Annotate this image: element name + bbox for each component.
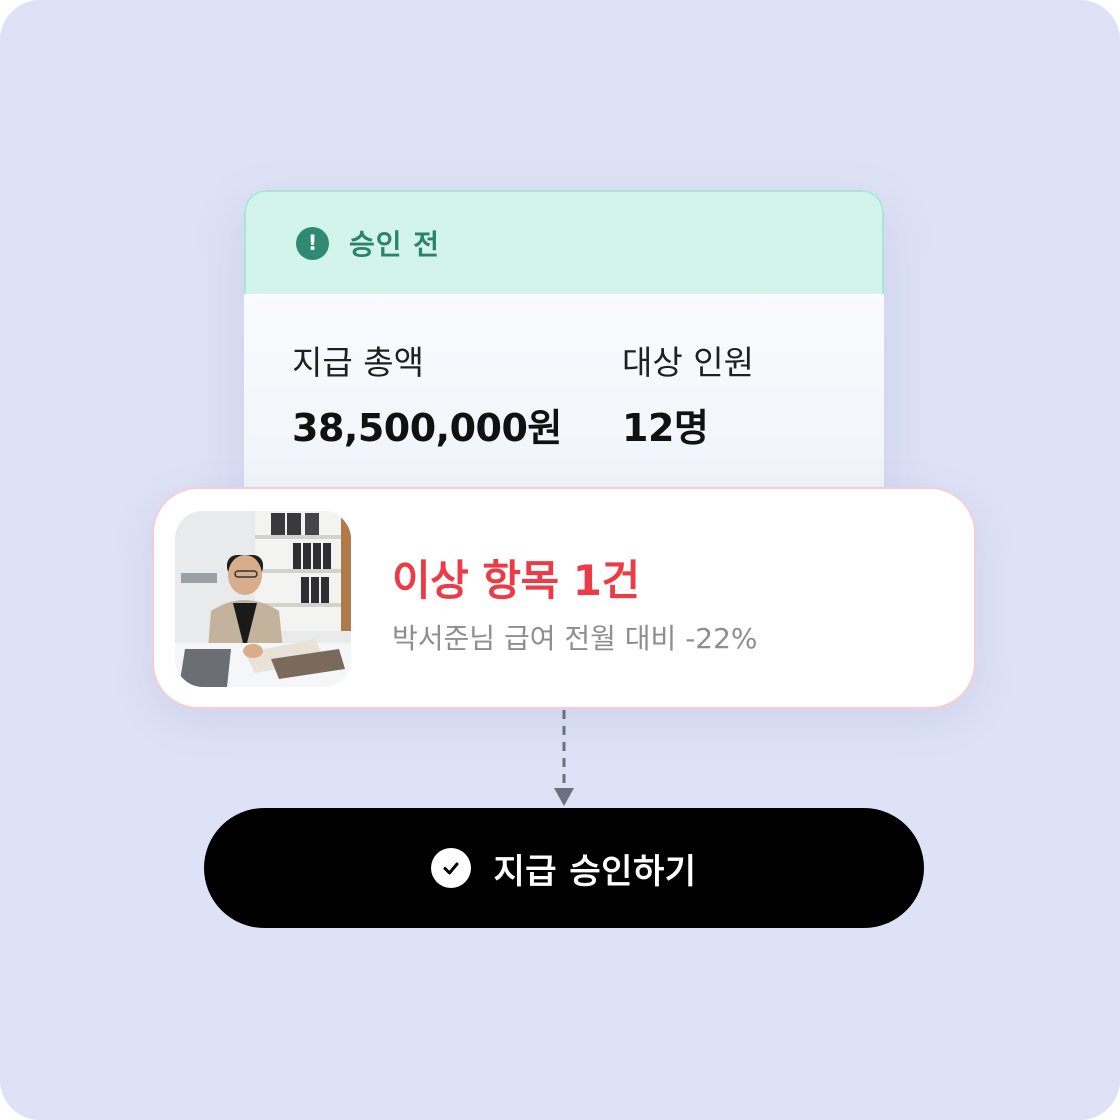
alert-title: 이상 항목 1건 xyxy=(392,556,640,605)
approve-payment-button[interactable]: 지급 승인하기 xyxy=(204,808,924,928)
headcount-label: 대상 인원 xyxy=(622,343,754,382)
employee-photo-illustration xyxy=(175,511,351,687)
total-amount-label: 지급 총액 xyxy=(292,343,424,382)
alert-detail: 박서준님 급여 전월 대비 -22% xyxy=(392,622,758,655)
exclamation-circle-icon: ! xyxy=(296,226,329,260)
status-banner: ! 승인 전 xyxy=(244,190,884,294)
headcount-metric: 대상 인원 12명 xyxy=(622,343,754,452)
total-amount-metric: 지급 총액 38,500,000원 xyxy=(292,343,562,452)
check-circle-icon xyxy=(431,848,472,888)
anomaly-alert-card[interactable]: 이상 항목 1건 박서준님 급여 전월 대비 -22% xyxy=(152,487,976,709)
total-amount-value: 38,500,000원 xyxy=(292,406,562,451)
dashed-arrow-connector xyxy=(554,710,574,806)
status-label: 승인 전 xyxy=(349,228,441,261)
employee-photo xyxy=(175,511,351,687)
canvas: ! 승인 전 지급 총액 38,500,000원 대상 인원 12명 이상 항목… xyxy=(0,0,1120,1120)
approve-button-label: 지급 승인하기 xyxy=(493,851,697,892)
headcount-value: 12명 xyxy=(622,406,709,451)
